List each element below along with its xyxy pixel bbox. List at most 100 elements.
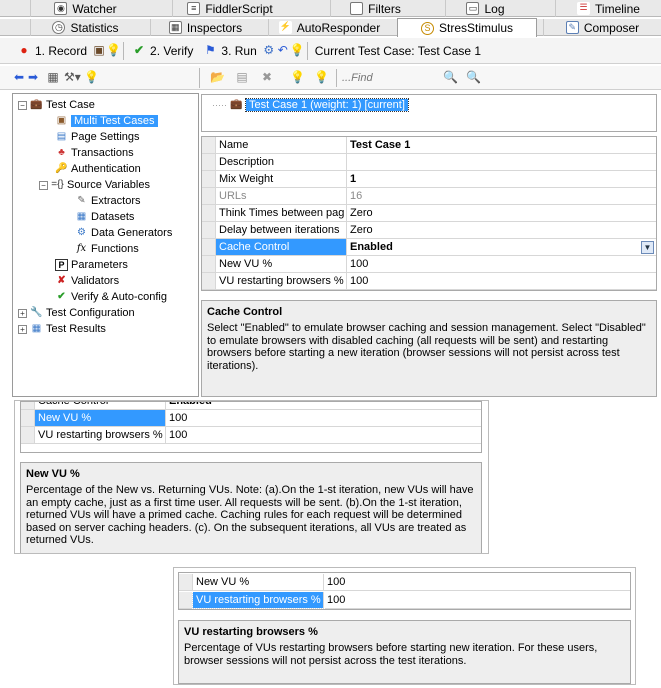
tree-node-datasets[interactable]: ▦ Datasets bbox=[75, 209, 135, 225]
tree-node-data-generators[interactable]: ⚙ Data Generators bbox=[75, 225, 172, 241]
grid-row[interactable]: Name Test Case 1 bbox=[202, 137, 656, 154]
filters-icon bbox=[350, 2, 364, 15]
checkmark-icon: ✔ bbox=[57, 291, 66, 302]
lightbulb-icon[interactable]: 💡 bbox=[290, 71, 305, 84]
find-previous-icon[interactable]: 🔍 bbox=[443, 71, 458, 84]
grid-row[interactable]: Cache Control Enabled bbox=[21, 402, 481, 410]
divider bbox=[123, 41, 125, 60]
grid-row-selected[interactable]: VU restarting browsers % 100 bbox=[179, 591, 630, 609]
tree-node-multi-test-cases[interactable]: ▣ Multi Test Cases bbox=[55, 113, 158, 129]
delete-icon[interactable]: ✖ bbox=[260, 71, 274, 84]
lightning-icon: ⚡ bbox=[278, 21, 292, 34]
help-title: New VU % bbox=[26, 468, 80, 480]
briefcase-icon[interactable]: ▤ bbox=[235, 71, 249, 84]
back-arrow-icon[interactable]: ⬅ bbox=[12, 71, 26, 84]
tab-row-bottom: ◷ Statistics ▦ Inspectors ⚡ AutoResponder S… bbox=[0, 18, 661, 37]
run-button[interactable]: ⚑ 3. Run bbox=[198, 40, 261, 62]
composer-icon: ✎ bbox=[565, 21, 579, 34]
validator-icon: ✘ bbox=[57, 275, 66, 286]
test-case-tree: − 💼 Test Case ▣ Multi Test Cases ▤ Page … bbox=[12, 93, 199, 397]
tree-node-test-case[interactable]: − 💼 Test Case bbox=[18, 97, 95, 113]
open-folder-icon[interactable]: 📂 bbox=[210, 71, 225, 84]
dropdown-arrow-icon[interactable]: ▼ bbox=[641, 241, 654, 254]
find-input[interactable] bbox=[342, 69, 436, 87]
help-title: VU restarting browsers % bbox=[184, 626, 318, 638]
recorder-settings-icon[interactable]: ▣ bbox=[92, 44, 106, 57]
record-icon: ● bbox=[20, 43, 28, 57]
tree-node-test-results[interactable]: + ▦ Test Results bbox=[18, 321, 106, 337]
tab-row-top: ◉ Watcher ≡ FiddlerScript Filters ▭ Log ☰ Ti… bbox=[0, 0, 661, 17]
property-grid: Name Test Case 1 Description Mix Weight 1 … bbox=[201, 136, 657, 291]
property-grid: Cache Control Enabled New VU % 100 VU rest… bbox=[20, 401, 482, 453]
divider bbox=[306, 41, 308, 60]
grid-row[interactable]: Think Times between pag Zero bbox=[202, 205, 656, 222]
divider bbox=[199, 67, 200, 88]
test-case-list-item[interactable]: ····· 💼 Test Case 1 (weight: 1) [current… bbox=[212, 97, 409, 113]
snippet-new-vu: Cache Control Enabled New VU % 100 VU rest… bbox=[14, 400, 489, 554]
grid-row-selected[interactable]: New VU % 100 bbox=[21, 410, 481, 427]
tab-statistics[interactable]: ◷ Statistics bbox=[30, 19, 140, 36]
tab-timeline[interactable]: ☰ Timeline bbox=[555, 0, 661, 17]
collapse-icon[interactable]: − bbox=[39, 180, 48, 190]
tab-stresstimulus[interactable]: S StresStimulus bbox=[397, 18, 537, 37]
help-text: Select "Enabled" to emulate browser cach… bbox=[207, 322, 646, 372]
grid-row[interactable]: New VU % 100 bbox=[202, 256, 656, 273]
transactions-icon: ♣ bbox=[58, 147, 65, 158]
help-panel: VU restarting browsers % Percentage of V… bbox=[178, 620, 631, 684]
secondary-toolbar: ⬅ ➡ ▦ ⚒▾ 💡 📂 ▤ ✖ 💡 💡 🔍 🔍 bbox=[0, 66, 661, 90]
tree-node-validators[interactable]: ✘ Validators bbox=[55, 273, 119, 289]
tree-node-authentication[interactable]: 🔑 Authentication bbox=[55, 161, 140, 177]
wrench-icon: 🔧 bbox=[30, 307, 43, 318]
tree-node-source-variables[interactable]: − ={} Source Variables bbox=[39, 177, 150, 193]
main-toolbar: ● 1. Record ▣ 💡 ✔ 2. Verify ⚑ 3. Run ⚙ ↶ 💡 … bbox=[0, 38, 661, 64]
tab-composer[interactable]: ✎ Composer bbox=[543, 19, 661, 36]
undo-icon[interactable]: ↶ bbox=[276, 44, 290, 57]
tab-fiddlerscript[interactable]: ≡ FiddlerScript bbox=[172, 0, 287, 17]
briefcase-icon: 💼 bbox=[230, 99, 243, 110]
timeline-icon: ☰ bbox=[577, 2, 591, 15]
tab-log[interactable]: ▭ Log bbox=[445, 0, 525, 17]
lightbulb-icon[interactable]: 💡 bbox=[106, 44, 121, 57]
script-icon: ≡ bbox=[187, 2, 201, 15]
expand-icon[interactable]: + bbox=[18, 308, 27, 318]
grid-row[interactable]: Delay between iterations Zero bbox=[202, 222, 656, 239]
grid-row[interactable]: VU restarting browsers % 100 bbox=[21, 427, 481, 444]
tree-node-functions[interactable]: fx Functions bbox=[75, 241, 139, 257]
help-text: Percentage of VUs restarting browsers be… bbox=[184, 642, 598, 667]
briefcase-icon: 💼 bbox=[30, 99, 43, 110]
grid-row[interactable]: Description bbox=[202, 154, 656, 171]
lightbulb-icon[interactable]: 💡 bbox=[314, 71, 329, 84]
find-next-icon[interactable]: 🔍 bbox=[466, 71, 481, 84]
verify-button[interactable]: ✔ 2. Verify bbox=[127, 40, 198, 62]
grid-row[interactable]: New VU % 100 bbox=[179, 574, 630, 591]
grid-row[interactable]: Mix Weight 1 bbox=[202, 171, 656, 188]
tab-inspectors[interactable]: ▦ Inspectors bbox=[150, 19, 260, 36]
lightbulb-icon[interactable]: 💡 bbox=[290, 44, 305, 57]
record-button[interactable]: ● 1. Record bbox=[12, 40, 92, 62]
expand-icon[interactable]: + bbox=[18, 324, 27, 334]
run-options-icon[interactable]: ⚙ bbox=[262, 44, 276, 57]
tree-node-transactions[interactable]: ♣ Transactions bbox=[55, 145, 133, 161]
tree-node-test-configuration[interactable]: + 🔧 Test Configuration bbox=[18, 305, 135, 321]
grid-row[interactable]: VU restarting browsers % 100 bbox=[202, 273, 656, 290]
parameters-icon: P bbox=[55, 259, 68, 271]
tree-node-extractors[interactable]: ✎ Extractors bbox=[75, 193, 140, 209]
tree-node-page-settings[interactable]: ▤ Page Settings bbox=[55, 129, 140, 145]
grid-row-selected[interactable]: Cache Control Enabled ▼ bbox=[202, 239, 656, 256]
forward-arrow-icon[interactable]: ➡ bbox=[26, 71, 40, 84]
lightbulb-icon[interactable]: 💡 bbox=[84, 71, 99, 84]
tree-node-parameters[interactable]: P Parameters bbox=[55, 257, 128, 273]
tools-dropdown-icon[interactable]: ⚒▾ bbox=[64, 71, 81, 84]
grid-row[interactable]: URLs 16 bbox=[202, 188, 656, 205]
stopwatch-icon: ◷ bbox=[52, 21, 66, 34]
page-settings-icon: ▤ bbox=[56, 131, 67, 142]
flag-icon: ⚑ bbox=[205, 43, 216, 57]
checkmark-icon: ✔ bbox=[134, 43, 145, 57]
tab-watcher[interactable]: ◉ Watcher bbox=[30, 0, 140, 17]
key-icon: 🔑 bbox=[55, 163, 68, 174]
grid-view-icon[interactable]: ▦ bbox=[46, 71, 60, 84]
collapse-icon[interactable]: − bbox=[18, 100, 27, 110]
tab-autoresponder[interactable]: ⚡ AutoResponder bbox=[268, 19, 390, 36]
tree-node-verify-auto-config[interactable]: ✔ Verify & Auto-config bbox=[55, 289, 167, 305]
tab-filters[interactable]: Filters bbox=[330, 0, 420, 17]
